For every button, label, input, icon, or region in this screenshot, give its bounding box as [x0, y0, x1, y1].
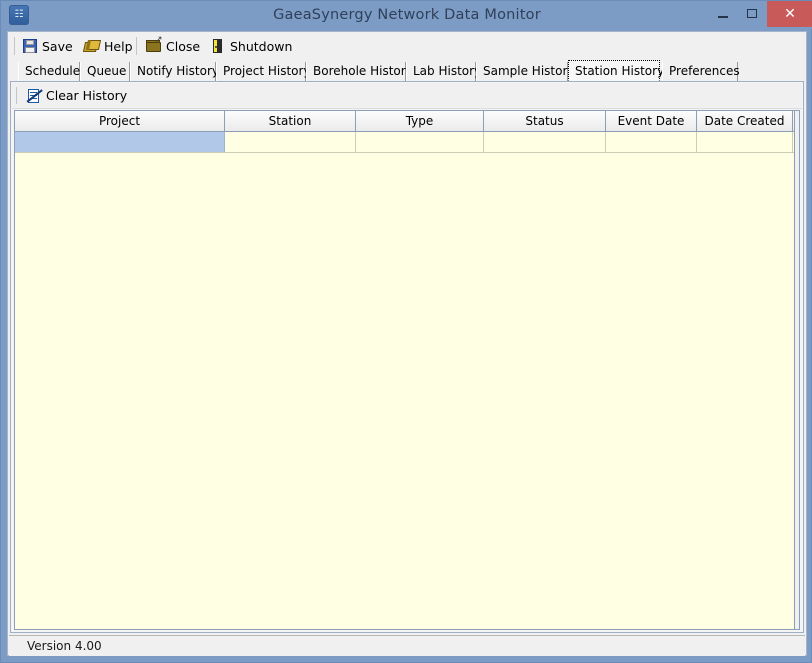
- column-header-station[interactable]: Station: [225, 111, 356, 131]
- close-toolbar-button[interactable]: ↗ Close: [142, 35, 204, 57]
- grid-body[interactable]: [15, 132, 799, 629]
- cell-project[interactable]: [15, 132, 225, 152]
- open-folder-icon: ↗: [146, 36, 163, 54]
- maximize-button[interactable]: [737, 1, 767, 27]
- door-exit-icon: [210, 38, 226, 54]
- main-toolbar: Save Help ↗ Close Shutdown: [8, 32, 806, 61]
- book-icon: [82, 38, 102, 54]
- clear-history-button[interactable]: Clear History: [22, 85, 131, 106]
- shutdown-button-label: Shutdown: [230, 38, 293, 54]
- title-bar[interactable]: ☷ GaeaSynergy Network Data Monitor ✕: [1, 1, 812, 29]
- help-button[interactable]: Help: [80, 35, 137, 57]
- status-bar: Version 4.00: [9, 635, 805, 656]
- cell-date-created[interactable]: [697, 132, 793, 152]
- grid-header-row: Project Station Type Status Event Date D…: [15, 111, 799, 132]
- tab-station-history[interactable]: Station History: [568, 60, 664, 81]
- window-title: GaeaSynergy Network Data Monitor: [273, 7, 541, 23]
- station-history-toolbar: Clear History: [12, 83, 802, 109]
- close-icon: ✕: [784, 6, 796, 22]
- column-header-project[interactable]: Project: [15, 111, 225, 131]
- cell-type[interactable]: [356, 132, 484, 152]
- close-toolbar-button-label: Close: [166, 38, 201, 54]
- tab-borehole-history[interactable]: Borehole History: [306, 62, 413, 81]
- floppy-disk-icon: [22, 38, 38, 54]
- help-button-label: Help: [104, 38, 133, 54]
- minimize-button[interactable]: [707, 1, 737, 27]
- clear-history-icon: [26, 88, 43, 104]
- toolbar-separator-1: [136, 37, 137, 55]
- tab-sample-history[interactable]: Sample History: [476, 62, 575, 81]
- version-label: Version 4.00: [27, 639, 102, 653]
- application-window: ☷ GaeaSynergy Network Data Monitor ✕ Sav…: [0, 0, 812, 663]
- tab-preferences[interactable]: Preferences: [662, 62, 740, 81]
- column-header-type[interactable]: Type: [356, 111, 484, 131]
- cell-status[interactable]: [484, 132, 606, 152]
- maximize-icon: [747, 9, 757, 18]
- close-button[interactable]: ✕: [767, 1, 812, 27]
- column-header-date-created[interactable]: Date Created: [697, 111, 793, 131]
- table-row[interactable]: [15, 132, 799, 153]
- minimize-icon: [718, 16, 728, 18]
- tab-page-station-history: Clear History Project Station Type Statu…: [10, 81, 804, 633]
- tab-notify-history[interactable]: Notify History: [130, 62, 219, 81]
- tab-queue[interactable]: Queue: [80, 62, 130, 81]
- column-header-event-date[interactable]: Event Date: [606, 111, 697, 131]
- save-button-label: Save: [42, 38, 73, 54]
- save-button[interactable]: Save: [18, 35, 77, 57]
- tab-schedule[interactable]: Schedule: [18, 62, 80, 81]
- tab-lab-history[interactable]: Lab History: [406, 62, 481, 81]
- cell-station[interactable]: [225, 132, 356, 152]
- grid-scroll-gutter[interactable]: [794, 111, 799, 629]
- column-header-status[interactable]: Status: [484, 111, 606, 131]
- client-area: Save Help ↗ Close Shutdown Schedule Queu…: [7, 31, 807, 656]
- tab-strip: Schedule Queue Notify History Project Hi…: [8, 60, 806, 81]
- shutdown-button[interactable]: Shutdown: [206, 35, 296, 57]
- tab-project-history[interactable]: Project History: [216, 62, 311, 81]
- clear-history-button-label: Clear History: [46, 88, 128, 103]
- station-history-grid[interactable]: Project Station Type Status Event Date D…: [14, 110, 800, 630]
- subtoolbar-separator: [16, 87, 17, 104]
- cell-event-date[interactable]: [606, 132, 697, 152]
- toolbar-separator-left: [14, 37, 15, 55]
